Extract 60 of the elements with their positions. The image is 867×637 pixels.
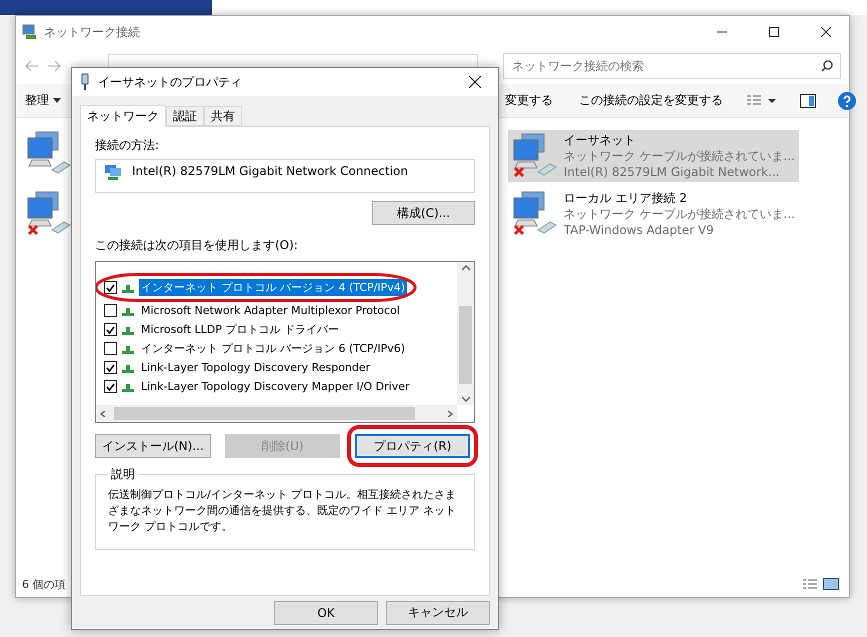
toolbar-command[interactable]: 変更する bbox=[502, 90, 556, 111]
checkbox[interactable] bbox=[104, 281, 117, 294]
connection-name: イーサネット bbox=[564, 132, 637, 148]
protocol-item[interactable]: インターネット プロトコル バージョン 6 (TCP/IPv6) bbox=[139, 340, 408, 357]
description-text: 伝送制御プロトコル/インターネット プロトコル。相互接続されたさまざまなネットワーク間の通信を提供する、既定のワイド エリア ネットワーク プロトコルです。 bbox=[108, 487, 458, 535]
checkmark-icon bbox=[106, 284, 115, 292]
dropdown-arrow-icon bbox=[53, 98, 61, 103]
close-icon bbox=[821, 27, 831, 37]
checkmark-icon bbox=[106, 326, 115, 334]
checkbox[interactable] bbox=[104, 323, 117, 336]
adapter-field: Intel(R) 82579LM Gigabit Network Connection bbox=[95, 159, 475, 193]
adapter-name: Intel(R) 82579LM Gigabit Network... bbox=[564, 164, 780, 180]
adapter-name: TAP-Windows Adapter V9 bbox=[564, 222, 715, 238]
minimize-icon bbox=[717, 31, 727, 33]
protocol-item[interactable]: Microsoft LLDP プロトコル ドライバー bbox=[139, 321, 341, 338]
action-button[interactable]: プロパティ(R) bbox=[355, 434, 470, 458]
details-view-icon[interactable] bbox=[803, 578, 817, 590]
horizontal-scrollbar[interactable] bbox=[96, 405, 457, 422]
network-folder-icon bbox=[22, 24, 38, 40]
connection-item[interactable]: ローカル エリア接続 2 ネットワーク ケーブルが接続されていま... TAP-Windows Adapter V9 bbox=[508, 188, 799, 240]
group-label: 説明 bbox=[110, 466, 136, 483]
search-field[interactable]: ネットワーク接続の検索 bbox=[503, 53, 841, 79]
checkbox[interactable] bbox=[104, 304, 117, 317]
preview-pane-icon[interactable] bbox=[800, 94, 816, 108]
protocol-item[interactable]: Link-Layer Topology Discovery Responder bbox=[139, 360, 372, 375]
search-icon bbox=[821, 60, 833, 72]
view-options-icon[interactable] bbox=[746, 94, 778, 108]
maximize-icon bbox=[769, 27, 779, 37]
ethernet-plug-icon bbox=[80, 73, 90, 91]
protocol-item[interactable]: Microsoft Network Adapter Multiplexor Protocol bbox=[139, 303, 402, 318]
tab[interactable]: ネットワーク bbox=[80, 105, 166, 127]
checkbox[interactable] bbox=[104, 361, 117, 374]
protocol-item[interactable]: インターネット プロトコル バージョン 4 (TCP/IPv4) bbox=[139, 279, 408, 296]
dialog-button[interactable]: OK bbox=[274, 600, 378, 624]
connection-name: ローカル エリア接続 2 bbox=[564, 190, 688, 206]
field-label: この接続は次の項目を使用します(O): bbox=[95, 237, 299, 254]
field-label: 接続の方法: bbox=[95, 137, 160, 154]
checkbox[interactable] bbox=[104, 380, 117, 393]
configure-button[interactable]: 構成(C)... bbox=[372, 201, 475, 225]
protocol-item[interactable]: Link-Layer Topology Discovery Mapper I/O Driver bbox=[139, 379, 412, 394]
large-icons-view-icon[interactable] bbox=[823, 578, 839, 590]
window-title: ネットワーク接続 bbox=[44, 24, 141, 40]
vertical-scrollbar[interactable] bbox=[457, 262, 474, 405]
checkbox[interactable] bbox=[104, 342, 117, 355]
dialog-button[interactable]: キャンセル bbox=[386, 600, 490, 624]
network-adapter-icon bbox=[104, 164, 122, 180]
tab[interactable]: 共有 bbox=[204, 106, 242, 126]
checkmark-icon bbox=[106, 364, 115, 372]
help-icon[interactable] bbox=[838, 92, 856, 110]
toolbar-command[interactable]: この接続の設定を変更する bbox=[576, 90, 726, 111]
item-count: 6 個の項 bbox=[22, 576, 66, 592]
connection-status: ネットワーク ケーブルが接続されていま... bbox=[564, 148, 795, 164]
checkmark-icon bbox=[106, 382, 115, 390]
action-button[interactable]: インストール(N)... bbox=[95, 434, 211, 458]
connection-status: ネットワーク ケーブルが接続されていま... bbox=[564, 206, 795, 222]
dialog-title: イーサネットのプロパティ bbox=[98, 74, 243, 90]
close-icon bbox=[469, 76, 481, 88]
tab[interactable]: 認証 bbox=[166, 106, 204, 126]
organize-menu[interactable]: 整理 bbox=[22, 90, 64, 111]
connection-item[interactable]: イーサネット ネットワーク ケーブルが接続されていま... Intel(R) 82579LM Gigabit Network... bbox=[508, 130, 799, 182]
